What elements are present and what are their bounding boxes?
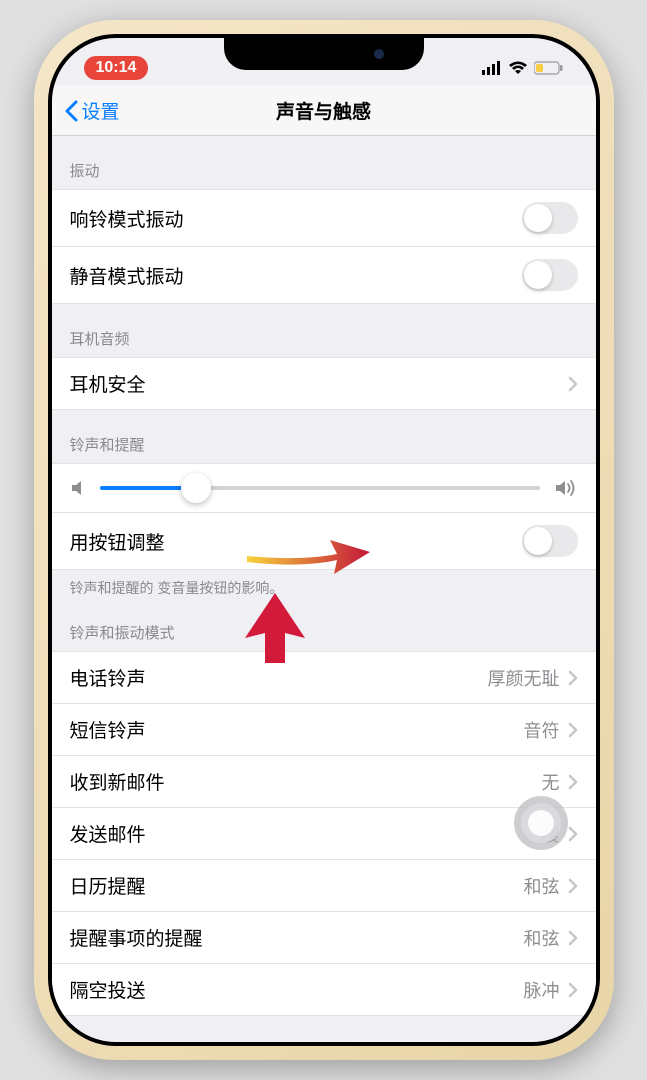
chevron-right-icon	[568, 376, 578, 392]
chevron-right-icon	[568, 670, 578, 686]
row-label: 隔空投送	[70, 976, 524, 1003]
row-label: 响铃模式振动	[70, 205, 522, 232]
battery-icon	[534, 61, 564, 75]
volume-high-icon	[554, 478, 578, 498]
status-right	[482, 61, 564, 75]
group-headphone: 耳机安全	[52, 357, 596, 410]
row-label: 短信铃声	[70, 716, 524, 743]
row-label: 发送邮件	[70, 820, 542, 847]
assistive-core	[528, 810, 554, 836]
chevron-left-icon	[64, 100, 78, 122]
row-label: 提醒事项的提醒	[70, 924, 524, 951]
nav-bar: 设置 声音与触感	[52, 86, 596, 136]
row-label: 日历提醒	[70, 872, 524, 899]
front-camera	[374, 49, 384, 59]
row-value: 音符	[524, 717, 560, 743]
group-ringer: 用按钮调整	[52, 463, 596, 570]
row-silent-vibrate[interactable]: 静音模式振动	[52, 247, 596, 304]
phone-frame: 10:14 设置 声音与触感 振动	[34, 20, 614, 1060]
toggle-silent-vibrate[interactable]	[522, 259, 578, 291]
volume-slider[interactable]	[100, 486, 540, 490]
volume-low-icon	[70, 479, 86, 497]
row-label: 耳机安全	[70, 370, 568, 397]
chevron-right-icon	[568, 774, 578, 790]
row-new-mail[interactable]: 收到新邮件 无	[52, 756, 596, 808]
chevron-right-icon	[568, 826, 578, 842]
row-airdrop[interactable]: 隔空投送 脉冲	[52, 964, 596, 1016]
row-button-adjust[interactable]: 用按钮调整	[52, 513, 596, 570]
back-button[interactable]: 设置	[64, 97, 120, 124]
row-value: 无	[542, 769, 560, 795]
slider-thumb[interactable]	[181, 473, 211, 503]
chevron-right-icon	[568, 982, 578, 998]
content-scroll[interactable]: 振动 响铃模式振动 静音模式振动 耳机音频 耳机安全	[52, 136, 596, 1042]
row-ringtone[interactable]: 电话铃声 厚颜无耻	[52, 651, 596, 704]
toggle-button-adjust[interactable]	[522, 525, 578, 557]
chevron-right-icon	[568, 878, 578, 894]
notch	[224, 38, 424, 70]
row-label: 用按钮调整	[70, 528, 522, 555]
chevron-right-icon	[568, 722, 578, 738]
chevron-right-icon	[568, 930, 578, 946]
status-time: 10:14	[84, 56, 149, 80]
group-vibration: 响铃模式振动 静音模式振动	[52, 189, 596, 304]
assistive-inner	[521, 803, 561, 843]
row-value: 厚颜无耻	[488, 665, 560, 691]
group-sounds: 电话铃声 厚颜无耻 短信铃声 音符 收到新邮件 无	[52, 651, 596, 1016]
row-label: 电话铃声	[70, 664, 488, 691]
section-footer-ringer: 铃声和提醒的 变音量按钮的影响。	[52, 570, 596, 598]
row-text-tone[interactable]: 短信铃声 音符	[52, 704, 596, 756]
toggle-ring-vibrate[interactable]	[522, 202, 578, 234]
row-label: 静音模式振动	[70, 262, 522, 289]
row-value: 脉冲	[524, 977, 560, 1003]
section-header-sounds: 铃声和振动模式	[52, 598, 596, 651]
row-calendar-alert[interactable]: 日历提醒 和弦	[52, 860, 596, 912]
section-header-headphone: 耳机音频	[52, 304, 596, 357]
row-volume-slider	[52, 463, 596, 513]
row-reminder-alert[interactable]: 提醒事项的提醒 和弦	[52, 912, 596, 964]
back-label: 设置	[82, 97, 120, 124]
page-title: 声音与触感	[276, 97, 371, 124]
row-headphone-safety[interactable]: 耳机安全	[52, 357, 596, 410]
wifi-icon	[508, 61, 528, 75]
row-value: 和弦	[524, 925, 560, 951]
assistive-touch[interactable]	[514, 796, 568, 850]
row-value: 和弦	[524, 873, 560, 899]
row-ring-vibrate[interactable]: 响铃模式振动	[52, 189, 596, 247]
section-header-ringer: 铃声和提醒	[52, 410, 596, 463]
cellular-icon	[482, 61, 502, 75]
row-label: 收到新邮件	[70, 768, 542, 795]
section-header-vibration: 振动	[52, 136, 596, 189]
screen: 10:14 设置 声音与触感 振动	[52, 38, 596, 1042]
phone-bezel: 10:14 设置 声音与触感 振动	[48, 34, 600, 1046]
